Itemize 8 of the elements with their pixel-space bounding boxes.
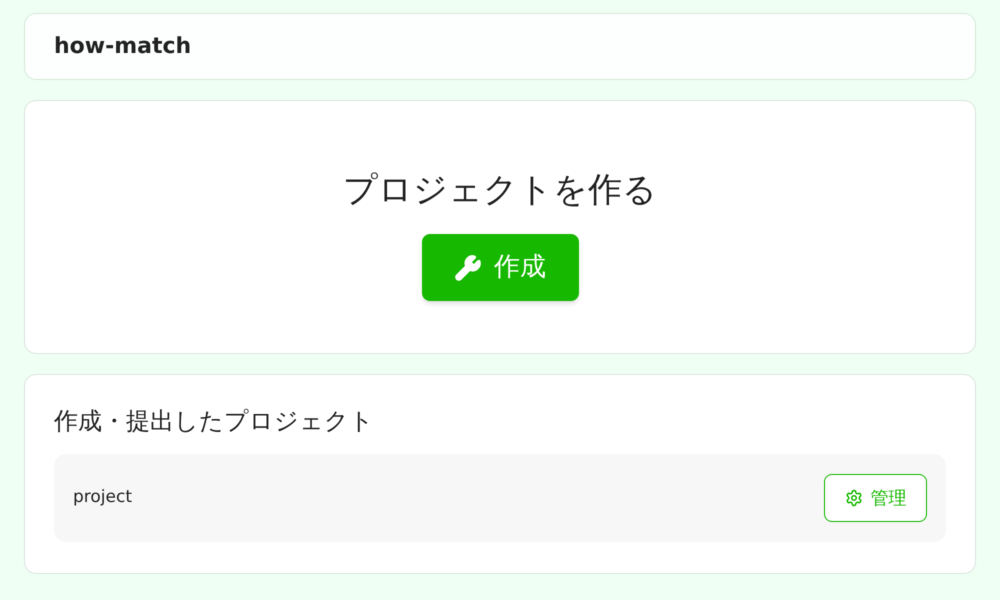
settings-icon <box>844 489 862 507</box>
projects-heading: 作成・提出したプロジェクト <box>54 406 375 437</box>
app-title: how-match <box>54 33 192 61</box>
create-button[interactable]: 作成 <box>422 234 578 301</box>
manage-button[interactable]: 管理 <box>824 474 927 522</box>
create-heading: プロジェクトを作る <box>343 169 657 212</box>
wrench-icon <box>454 254 482 282</box>
project-name: project <box>73 486 132 510</box>
